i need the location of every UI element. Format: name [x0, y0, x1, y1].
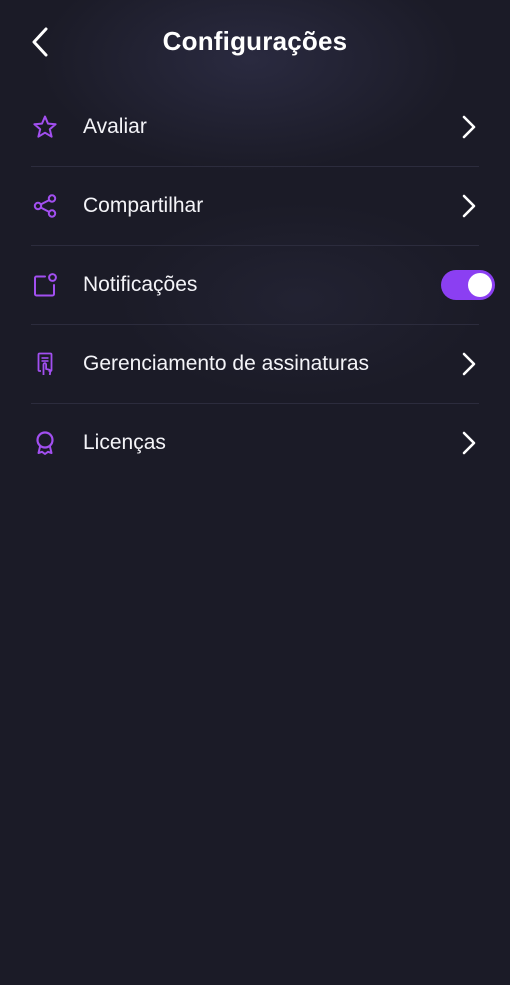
chevron-right-icon	[459, 350, 479, 378]
page-title: Configurações	[162, 26, 348, 56]
settings-item-label: Gerenciamento de assinaturas	[83, 352, 369, 375]
settings-item-share[interactable]: Compartilhar	[31, 167, 479, 246]
settings-item-label: Notificações	[83, 273, 198, 296]
chevron-right-icon	[459, 429, 479, 457]
header: Configurações	[0, 0, 510, 86]
settings-item-label: Licenças	[83, 431, 166, 454]
star-icon	[31, 113, 59, 141]
chevron-right-icon	[459, 113, 479, 141]
settings-item-label: Compartilhar	[83, 194, 204, 217]
license-icon	[31, 429, 59, 457]
toggle-knob	[468, 273, 492, 297]
settings-item-notifications: Notificações	[31, 246, 495, 325]
share-icon	[31, 192, 59, 220]
chevron-right-icon	[459, 192, 479, 220]
settings-item-label: Avaliar	[83, 115, 147, 138]
settings-item-licenses[interactable]: Licenças	[31, 404, 479, 482]
settings-item-subscriptions[interactable]: Gerenciamento de assinaturas	[31, 325, 479, 404]
notification-icon	[31, 271, 59, 299]
settings-list: Avaliar Compartilhar Notificações Gerenc…	[0, 88, 510, 482]
subscription-icon	[31, 350, 59, 378]
notifications-toggle[interactable]	[441, 270, 495, 300]
settings-item-rate[interactable]: Avaliar	[31, 88, 479, 167]
